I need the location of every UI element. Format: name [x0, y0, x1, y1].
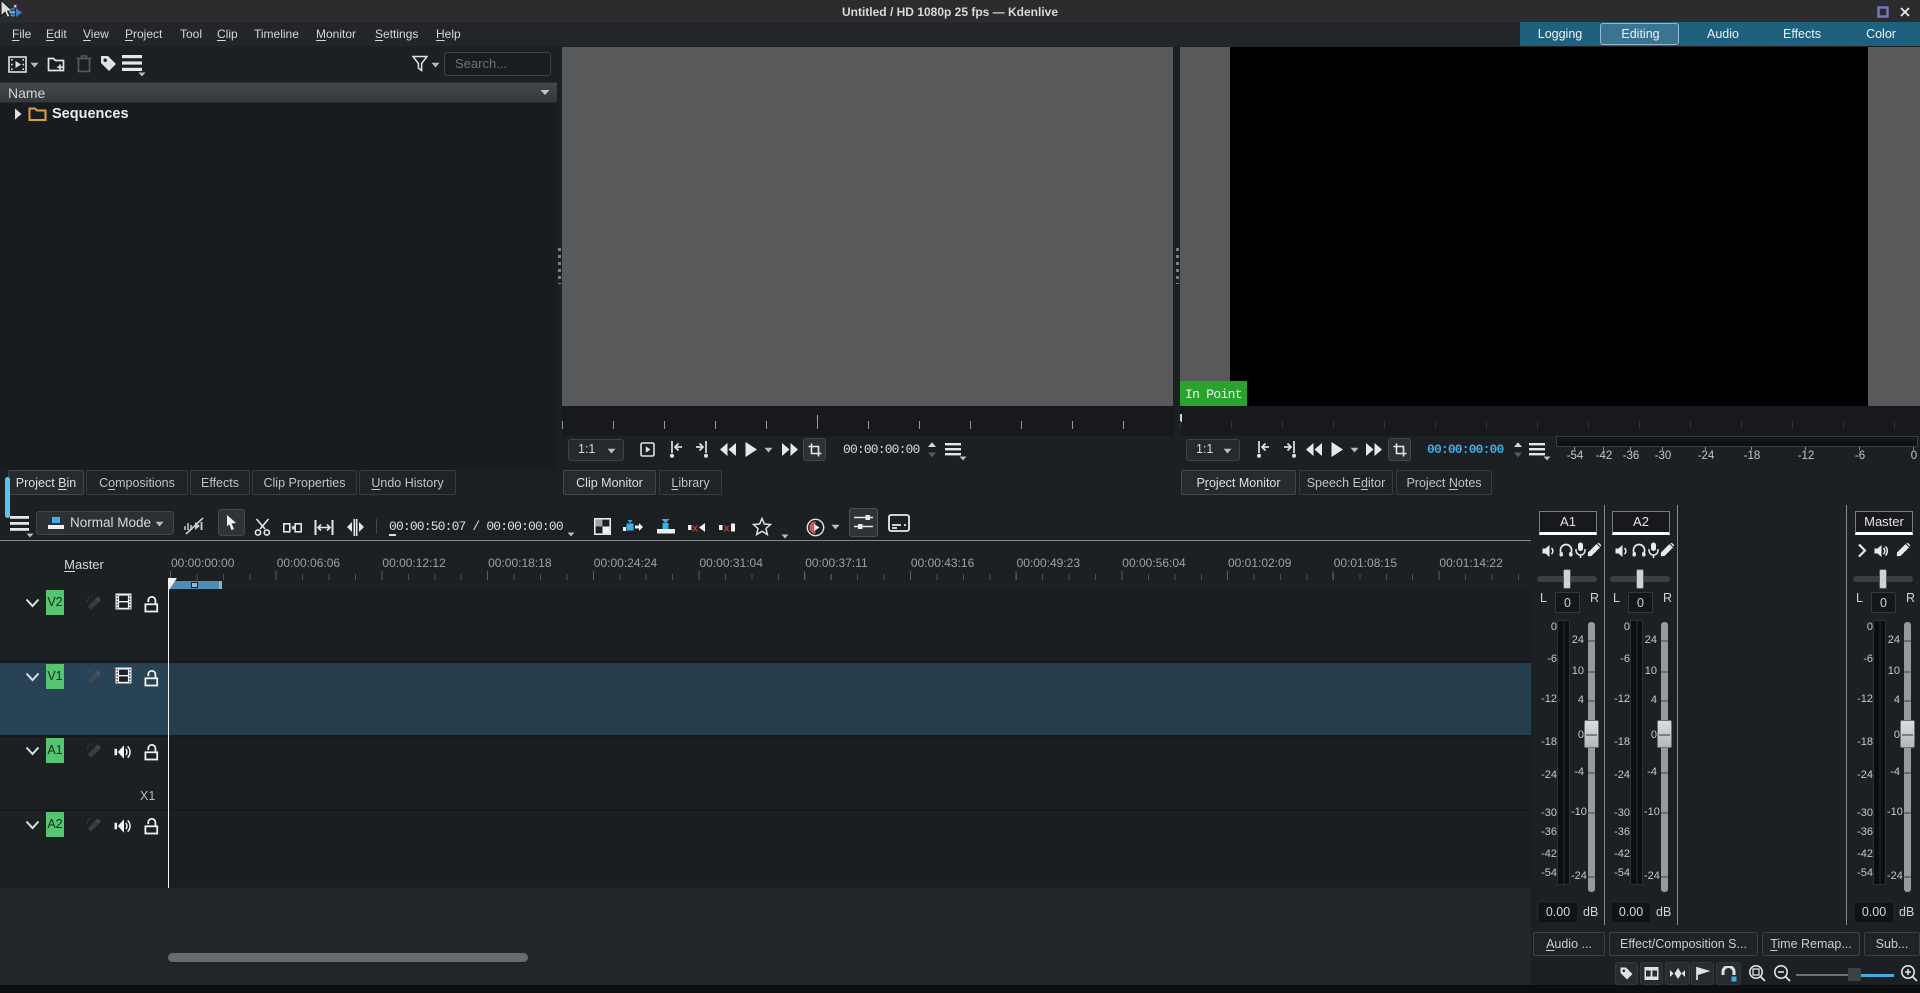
svg-text:x: x [692, 523, 699, 535]
svg-text:x: x [724, 523, 731, 535]
